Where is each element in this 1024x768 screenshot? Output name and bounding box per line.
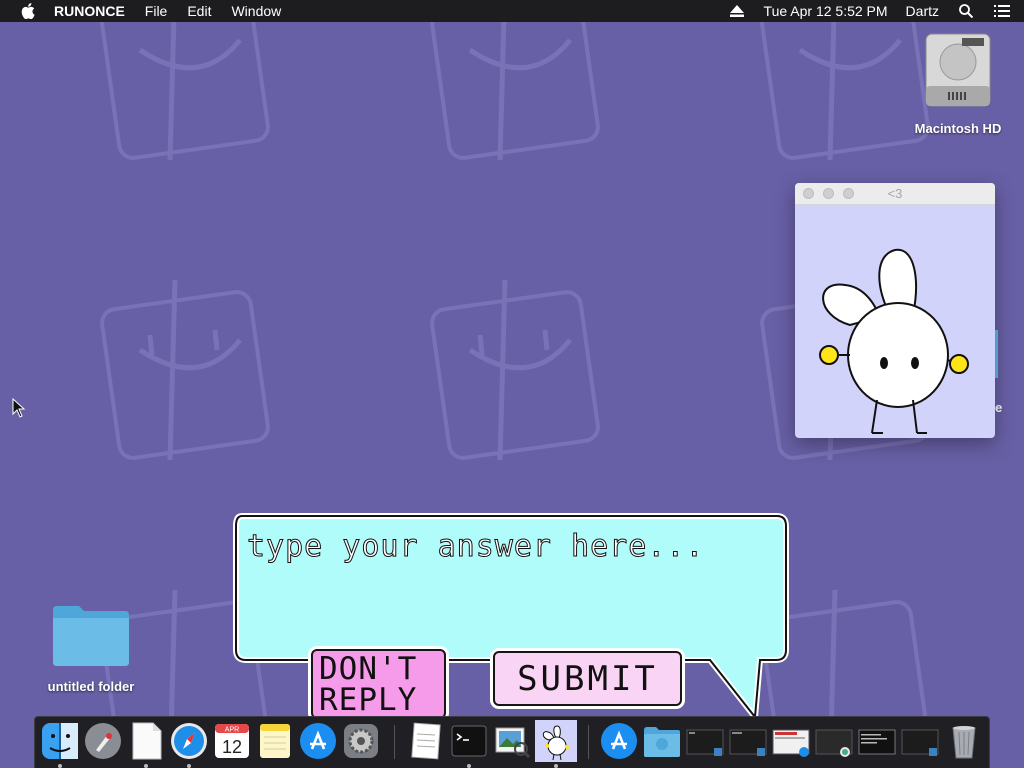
app-store-download-icon[interactable] <box>600 722 638 760</box>
folder-icon <box>53 606 129 666</box>
bunny-window-title: <3 <box>887 186 903 201</box>
preview-icon[interactable] <box>493 722 531 760</box>
terminal-icon[interactable] <box>450 722 488 768</box>
folder-icon[interactable] <box>643 722 681 760</box>
user-menu[interactable]: Dartz <box>897 3 948 19</box>
notification-center-icon[interactable] <box>994 3 1010 19</box>
bunny-illustration <box>819 248 969 434</box>
window-thumbnail[interactable] <box>686 722 724 760</box>
finder-icon[interactable] <box>41 722 79 768</box>
bunny-window[interactable]: <3 <box>795 183 995 438</box>
file-menu[interactable]: File <box>135 0 178 22</box>
edit-menu[interactable]: Edit <box>177 0 221 22</box>
system-preferences-icon[interactable] <box>342 722 380 760</box>
calendar-month: APR <box>225 727 239 734</box>
finder-face-watermark <box>430 280 600 461</box>
answer-input[interactable] <box>247 526 767 566</box>
menu-bar: RUNONCE File Edit Window Tue Apr 12 5:52… <box>0 0 1024 22</box>
notes-icon[interactable] <box>256 722 294 760</box>
window-thumbnail[interactable] <box>858 722 896 760</box>
menubar-clock[interactable]: Tue Apr 12 5:52 PM <box>755 3 897 19</box>
hard-drive-icon <box>925 33 991 107</box>
safari-icon[interactable] <box>170 722 208 768</box>
calendar-icon[interactable]: APR 12 <box>213 722 251 760</box>
document-icon[interactable] <box>127 722 165 768</box>
eject-icon[interactable] <box>729 3 745 19</box>
hidden-desktop-label: e <box>995 400 1003 415</box>
textedit-icon[interactable] <box>407 722 445 760</box>
window-thumbnail[interactable] <box>815 722 853 760</box>
bunny-app-icon[interactable] <box>535 720 577 768</box>
app-store-icon[interactable] <box>299 722 337 760</box>
dont-reply-button[interactable]: DON'T REPLY <box>311 649 446 719</box>
trash-icon[interactable] <box>945 722 983 760</box>
window-menu[interactable]: Window <box>221 0 291 22</box>
finder-face-watermark <box>100 280 270 461</box>
submit-button[interactable]: SUBMIT <box>493 651 682 706</box>
app-menu[interactable]: RUNONCE <box>54 0 135 22</box>
window-thumbnail[interactable] <box>901 722 939 760</box>
window-thumbnail[interactable] <box>772 722 810 760</box>
macintosh-hd-icon[interactable]: Macintosh HD <box>912 32 1004 136</box>
mouse-pointer-icon <box>12 398 26 418</box>
untitled-folder-icon[interactable]: untitled folder <box>36 602 146 694</box>
spotlight-icon[interactable] <box>958 3 974 19</box>
finder-face-watermark <box>100 0 270 161</box>
calendar-day: 12 <box>222 737 242 757</box>
window-thumbnail[interactable] <box>729 722 767 760</box>
dock: APR 12 <box>34 716 990 768</box>
finder-face-watermark <box>430 0 600 161</box>
apple-icon[interactable] <box>18 0 38 22</box>
macintosh-hd-label: Macintosh HD <box>914 121 1002 136</box>
launchpad-icon[interactable] <box>84 722 122 760</box>
bunny-window-titlebar[interactable]: <3 <box>795 183 995 205</box>
untitled-folder-label: untitled folder <box>47 679 135 694</box>
